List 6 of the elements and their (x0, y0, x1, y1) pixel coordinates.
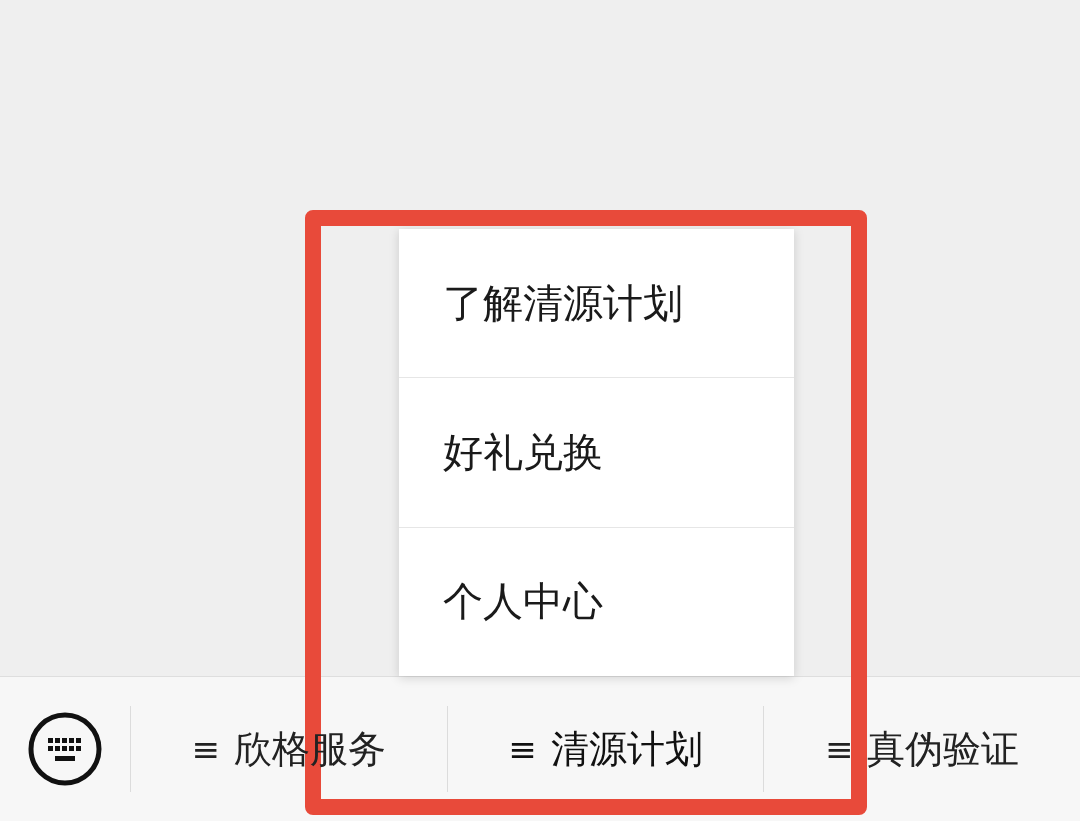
keyboard-icon[interactable] (28, 712, 102, 786)
menu-item[interactable]: 个人中心 (399, 526, 794, 676)
menu-tab[interactable]: ≡ 真伪验证 (763, 706, 1080, 792)
menu-tab[interactable]: ≡ 清源计划 (446, 706, 764, 792)
menu-item[interactable]: 了解清源计划 (399, 229, 794, 378)
menu-item[interactable]: 好礼兑换 (399, 377, 794, 527)
